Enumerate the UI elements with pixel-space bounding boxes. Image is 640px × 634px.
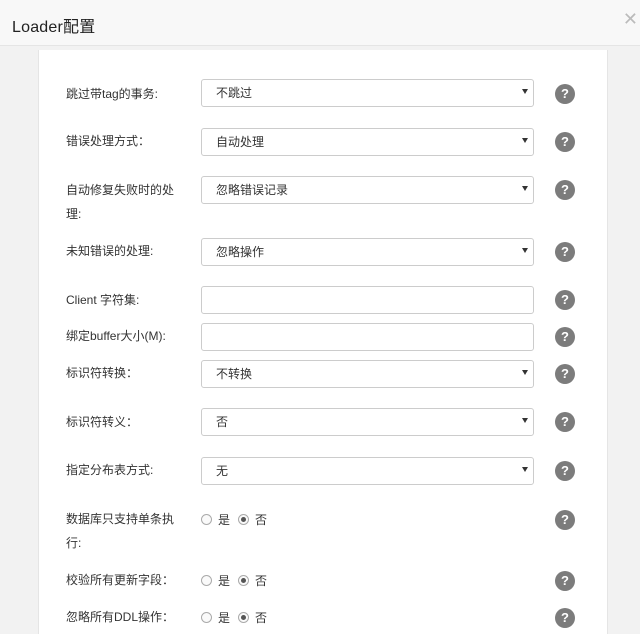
unknown-error-label: 未知错误的处理: <box>66 244 154 258</box>
single-exec-label-line1: 数据库只支持单条执 <box>66 512 175 526</box>
chevron-down-icon <box>522 186 528 191</box>
help-icon[interactable]: ? <box>555 84 575 104</box>
ignore-ddl-yes-label: 是 <box>218 610 231 625</box>
auto-repair-label-line2: 理: <box>66 207 82 221</box>
single-exec-yes-label: 是 <box>218 512 231 527</box>
auto-repair-label-line1: 自动修复失败时的处 <box>66 183 175 197</box>
chevron-down-icon <box>522 370 528 375</box>
skip-tag-label: 跳过带tag的事务: <box>66 87 159 101</box>
error-mode-select[interactable]: 自动处理 <box>201 128 534 156</box>
unknown-error-value: 忽略操作 <box>216 245 265 259</box>
dialog-header: Loader配置 ✕ <box>0 0 640 46</box>
check-update-fields-no-radio[interactable] <box>238 574 250 586</box>
identifier-escape-select[interactable]: 否 <box>201 408 534 436</box>
check-update-fields-no-label: 否 <box>255 573 268 588</box>
single-exec-radio-group: 是 否 <box>201 509 275 529</box>
single-exec-yes-radio[interactable] <box>201 513 212 525</box>
ignore-ddl-yes-radio[interactable] <box>201 611 212 623</box>
help-icon[interactable]: ? <box>555 412 575 432</box>
help-icon[interactable]: ? <box>555 180 575 200</box>
chevron-down-icon <box>522 89 528 94</box>
identifier-convert-value: 不转换 <box>216 367 253 381</box>
help-icon[interactable]: ? <box>555 242 575 262</box>
auto-repair-select[interactable]: 忽略错误记录 <box>201 176 534 204</box>
skip-tag-value: 不跳过 <box>216 86 253 100</box>
help-icon[interactable]: ? <box>555 571 575 591</box>
check-update-fields-radio-group: 是 否 <box>201 570 275 590</box>
help-icon[interactable]: ? <box>555 327 575 347</box>
auto-repair-value: 忽略错误记录 <box>216 183 289 197</box>
single-exec-no-radio[interactable] <box>238 513 250 525</box>
identifier-escape-label: 标识符转义： <box>66 415 139 429</box>
skip-tag-select[interactable]: 不跳过 <box>201 79 534 107</box>
unknown-error-select[interactable]: 忽略操作 <box>201 238 534 266</box>
ignore-ddl-label: 忽略所有DDL操作： <box>66 610 175 624</box>
identifier-escape-value: 否 <box>216 415 229 429</box>
check-update-fields-yes-label: 是 <box>218 573 231 588</box>
chevron-down-icon <box>522 248 528 253</box>
single-exec-label-line2: 行: <box>66 536 82 550</box>
dist-table-mode-select[interactable]: 无 <box>201 457 534 485</box>
ignore-ddl-no-radio[interactable] <box>238 611 250 623</box>
close-icon[interactable]: ✕ <box>623 10 638 28</box>
help-icon[interactable]: ? <box>555 364 575 384</box>
ignore-ddl-radio-group: 是 否 <box>201 607 275 627</box>
help-icon[interactable]: ? <box>555 461 575 481</box>
help-icon[interactable]: ? <box>555 608 575 628</box>
dist-table-mode-label: 指定分布表方式: <box>66 463 154 477</box>
chevron-down-icon <box>522 467 528 472</box>
dialog-title: Loader配置 <box>12 19 96 36</box>
error-mode-value: 自动处理 <box>216 135 265 149</box>
error-mode-label: 错误处理方式： <box>66 134 151 148</box>
identifier-convert-select[interactable]: 不转换 <box>201 360 534 388</box>
client-charset-input[interactable] <box>201 286 534 314</box>
chevron-down-icon <box>522 418 528 423</box>
ignore-ddl-no-label: 否 <box>255 610 268 625</box>
check-update-fields-yes-radio[interactable] <box>201 574 212 586</box>
single-exec-no-label: 否 <box>255 512 268 527</box>
loader-config-dialog: Loader配置 ✕ 跳过带tag的事务: 不跳过 ? 错误处理方式： 自动处理… <box>0 0 640 634</box>
bind-buffer-input[interactable] <box>201 323 534 351</box>
chevron-down-icon <box>522 138 528 143</box>
help-icon[interactable]: ? <box>555 132 575 152</box>
dist-table-mode-value: 无 <box>216 464 229 478</box>
check-update-fields-label: 校验所有更新字段： <box>66 573 175 587</box>
help-icon[interactable]: ? <box>555 510 575 530</box>
client-charset-label: Client 字符集: <box>66 293 140 307</box>
identifier-convert-label: 标识符转换： <box>66 366 139 380</box>
help-icon[interactable]: ? <box>555 290 575 310</box>
bind-buffer-label: 绑定buffer大小(M): <box>66 329 166 343</box>
